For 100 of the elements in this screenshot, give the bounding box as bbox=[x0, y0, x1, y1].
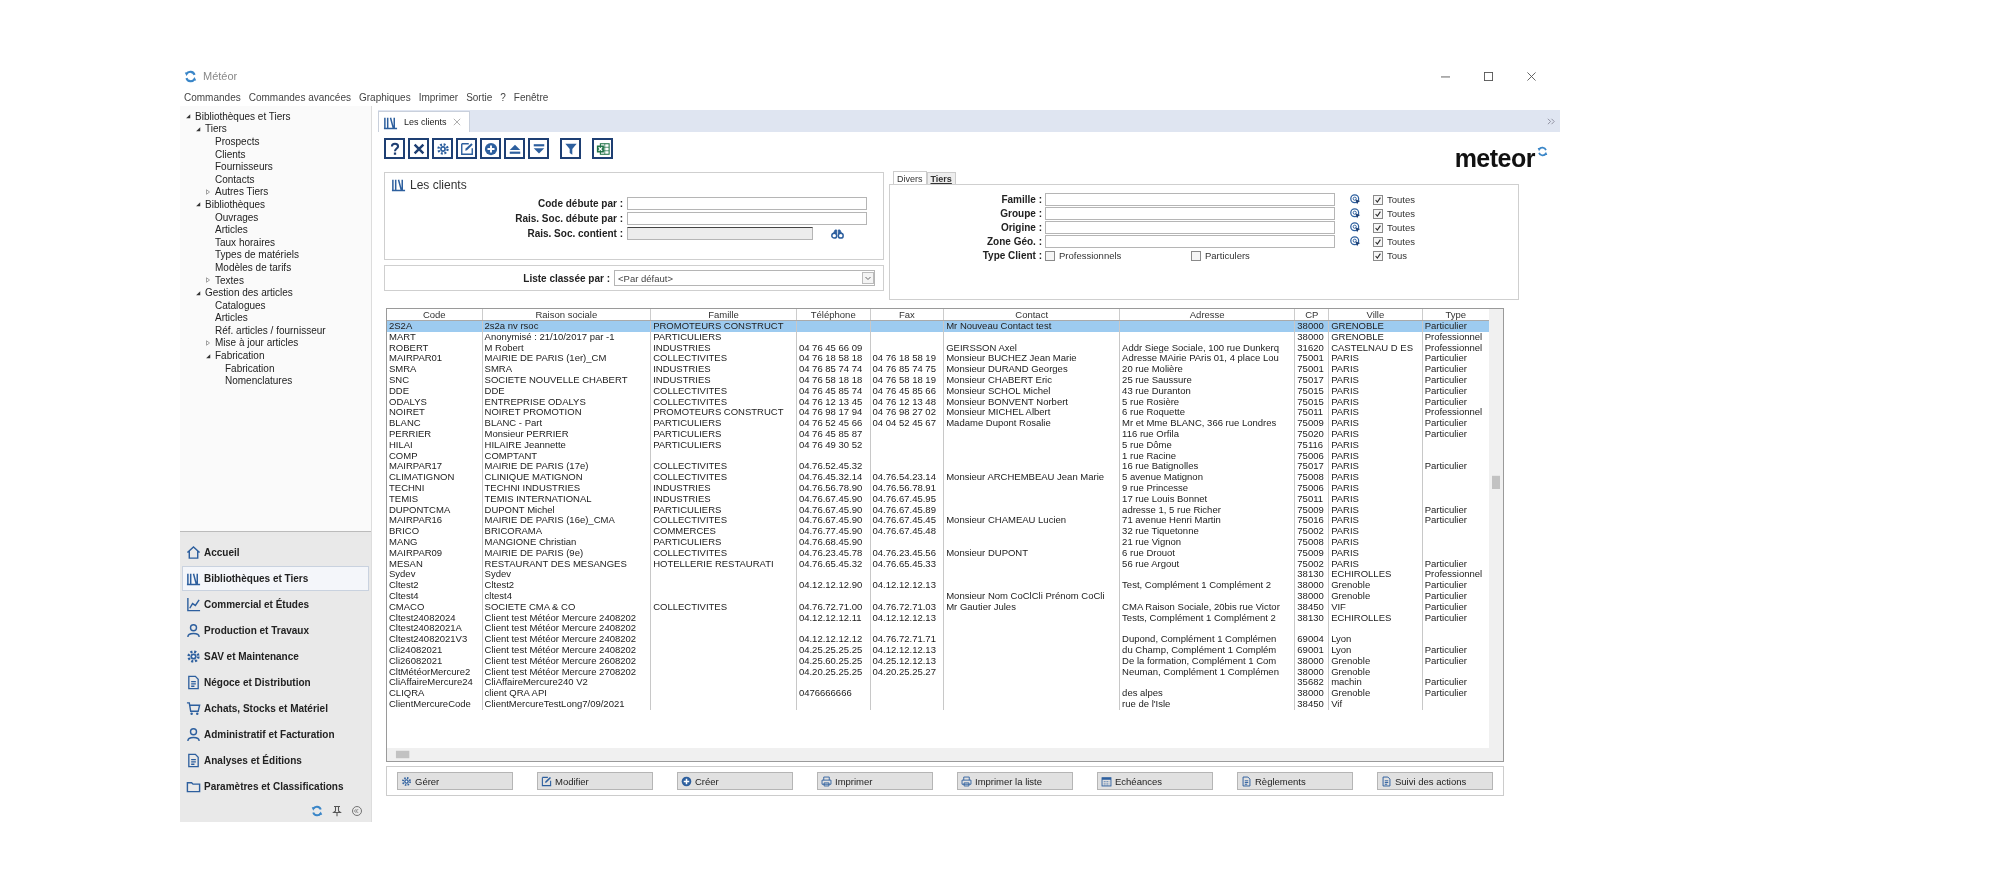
tree-item[interactable]: Fabrication bbox=[215, 350, 265, 362]
column-header[interactable]: CP bbox=[1294, 309, 1329, 321]
action-button[interactable]: Echéances bbox=[1097, 772, 1213, 790]
column-header[interactable]: Ville bbox=[1328, 309, 1423, 321]
menu-item[interactable]: Commandes bbox=[184, 91, 241, 103]
tree-item[interactable]: Modèles de tarifs bbox=[215, 261, 292, 273]
tree-item[interactable]: Fournisseurs bbox=[215, 161, 273, 173]
cursor-target-icon[interactable] bbox=[1349, 222, 1361, 233]
close-icon[interactable] bbox=[1527, 71, 1536, 81]
nav-item[interactable]: Bibliothèques et Tiers bbox=[182, 566, 369, 591]
action-button[interactable]: Règlements bbox=[1237, 772, 1353, 790]
checkbox[interactable] bbox=[1373, 222, 1383, 233]
tree-item[interactable]: Réf. articles / fournisseur bbox=[215, 324, 326, 336]
filter-button[interactable] bbox=[560, 138, 581, 159]
settings-button[interactable] bbox=[432, 138, 453, 159]
tree-item[interactable]: Gestion des articles bbox=[205, 287, 293, 299]
tree-item[interactable]: Articles bbox=[215, 312, 248, 324]
expand-arrow-icon[interactable] bbox=[195, 289, 201, 296]
sort-dropdown[interactable]: <Par défaut> bbox=[614, 270, 875, 286]
nav-item[interactable]: Accueil bbox=[182, 540, 369, 565]
tree-item[interactable]: Articles bbox=[215, 224, 248, 236]
column-header[interactable]: Contact bbox=[943, 309, 1120, 321]
tree-item[interactable]: Taux horaires bbox=[215, 236, 276, 248]
tree-item[interactable]: Bibliothèques et Tiers bbox=[195, 110, 291, 122]
expand-arrow-icon[interactable] bbox=[195, 201, 201, 208]
column-header[interactable]: Famille bbox=[650, 309, 797, 321]
input-field[interactable] bbox=[1045, 207, 1335, 220]
checkbox[interactable] bbox=[1373, 194, 1383, 205]
input-field[interactable] bbox=[627, 212, 867, 225]
nav-item[interactable]: Analyses et Éditions bbox=[182, 748, 369, 773]
action-button[interactable]: Créer bbox=[677, 772, 793, 790]
tree-item[interactable]: Catalogues bbox=[215, 299, 266, 311]
menu-item[interactable]: Graphiques bbox=[359, 91, 411, 103]
pin-icon[interactable] bbox=[331, 805, 343, 817]
expand-arrow-icon[interactable] bbox=[195, 125, 201, 132]
menu-item[interactable]: Commandes avancées bbox=[248, 91, 351, 103]
tree-item[interactable]: Autres Tiers bbox=[215, 186, 269, 198]
tree-item[interactable]: Clients bbox=[215, 148, 246, 160]
filter-tab[interactable]: Divers bbox=[893, 171, 927, 184]
checkbox[interactable] bbox=[1373, 250, 1383, 261]
nav-item[interactable]: Administratif et Facturation bbox=[182, 722, 369, 747]
maximize-icon[interactable] bbox=[1484, 71, 1493, 81]
column-header[interactable]: Code bbox=[387, 309, 483, 321]
tree-item[interactable]: Prospects bbox=[215, 136, 260, 147]
checkbox[interactable] bbox=[1373, 236, 1383, 247]
edit-button[interactable] bbox=[456, 138, 477, 159]
expand-arrow-icon[interactable] bbox=[205, 352, 211, 359]
column-header[interactable]: Raison sociale bbox=[482, 309, 651, 321]
nav-item[interactable]: Achats, Stocks et Matériel bbox=[182, 696, 369, 721]
action-button[interactable]: Imprimer bbox=[817, 772, 933, 790]
input-field[interactable] bbox=[1045, 193, 1335, 206]
input-field[interactable] bbox=[627, 197, 867, 210]
tree-item[interactable]: Nomenclatures bbox=[225, 375, 293, 387]
tree-item[interactable]: Tiers bbox=[205, 123, 227, 135]
binoculars-icon[interactable] bbox=[831, 228, 844, 239]
tree-item[interactable]: Mise à jour articles bbox=[215, 337, 299, 349]
close-button[interactable] bbox=[408, 138, 429, 159]
move-up-button[interactable] bbox=[504, 138, 525, 159]
column-header[interactable]: Adresse bbox=[1119, 309, 1295, 321]
menu-item[interactable]: Sortie bbox=[466, 91, 493, 103]
action-button[interactable]: Gérer bbox=[397, 772, 513, 790]
export-button[interactable] bbox=[592, 138, 613, 159]
checkbox[interactable] bbox=[1191, 250, 1201, 261]
tree-item[interactable]: Textes bbox=[215, 274, 244, 286]
filter-tab[interactable]: Tiers bbox=[926, 172, 956, 184]
tree-item[interactable]: Fabrication bbox=[225, 362, 275, 374]
nav-item[interactable]: SAV et Maintenance bbox=[182, 644, 369, 669]
tree-item[interactable]: Contacts bbox=[215, 173, 255, 185]
column-header[interactable]: Fax bbox=[870, 309, 944, 321]
add-button[interactable] bbox=[480, 138, 501, 159]
input-field[interactable] bbox=[627, 227, 813, 240]
tree-item[interactable]: Ouvrages bbox=[215, 211, 259, 223]
menu-item[interactable]: Fenêtre bbox=[513, 91, 549, 103]
cursor-target-icon[interactable] bbox=[1349, 194, 1361, 205]
help-button[interactable] bbox=[384, 138, 405, 159]
checkbox[interactable] bbox=[1373, 208, 1383, 219]
vertical-scrollbar[interactable] bbox=[1489, 309, 1503, 748]
table-cell: COLLECTIVITES bbox=[650, 472, 797, 483]
nav-item[interactable]: Production et Travaux bbox=[182, 618, 369, 643]
action-button[interactable]: Imprimer la liste bbox=[957, 772, 1073, 790]
nav-item[interactable]: Négoce et Distribution bbox=[182, 670, 369, 695]
column-header[interactable]: Téléphone bbox=[796, 309, 871, 321]
nav-item[interactable]: Commercial et Études bbox=[182, 592, 369, 617]
move-down-button[interactable] bbox=[528, 138, 549, 159]
cursor-target-icon[interactable] bbox=[1349, 236, 1361, 247]
document-tab[interactable]: Les clients bbox=[378, 111, 470, 132]
tree-item[interactable]: Types de matériels bbox=[215, 249, 299, 261]
input-field[interactable] bbox=[1045, 221, 1335, 234]
menu-item[interactable]: ? bbox=[500, 91, 506, 103]
cursor-target-icon[interactable] bbox=[1349, 208, 1361, 219]
menu-item[interactable]: Imprimer bbox=[418, 91, 459, 103]
checkbox[interactable] bbox=[1045, 250, 1055, 261]
expand-arrow-icon[interactable] bbox=[185, 113, 191, 120]
action-button[interactable]: Modifier bbox=[537, 772, 653, 790]
input-field[interactable] bbox=[1045, 235, 1335, 248]
nav-item[interactable]: Paramètres et Classifications bbox=[182, 774, 369, 799]
horizontal-scrollbar[interactable] bbox=[387, 748, 1503, 761]
action-button[interactable]: Suivi des actions bbox=[1377, 772, 1493, 790]
tree-item[interactable]: Bibliothèques bbox=[205, 198, 266, 210]
collapse-icon[interactable] bbox=[351, 805, 363, 817]
